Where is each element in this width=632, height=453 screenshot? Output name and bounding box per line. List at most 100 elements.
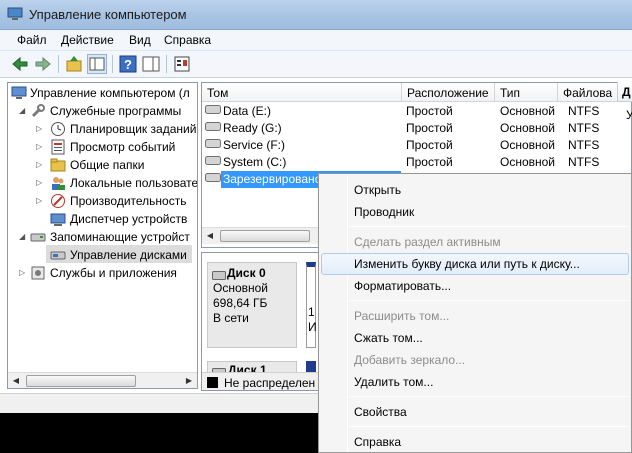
navigation-tree: Управление компьютером (л ◢ Служебные пр… (7, 82, 198, 389)
volume-filesystem: NTFS (568, 138, 600, 152)
users-icon (50, 175, 66, 191)
menu-view[interactable]: Вид (129, 33, 151, 47)
menu-action[interactable]: Действие (61, 33, 114, 47)
legend-unallocated: Не распределен (224, 376, 316, 390)
tree-item-device-manager[interactable]: Диспетчер устройств (8, 210, 197, 228)
volume-icon (205, 104, 221, 115)
scroll-right-icon[interactable]: ▶ (181, 373, 197, 388)
tree-item-storage[interactable]: ◢ Запоминающие устройст (8, 228, 197, 246)
volume-name: System (C:) (223, 155, 287, 169)
up-folder-icon[interactable] (64, 54, 84, 74)
tree-item-shared-folders[interactable]: ▷ Общие папки (8, 156, 197, 174)
tree-item-event-viewer[interactable]: ▷ Просмотр событий (8, 138, 197, 156)
menu-item-extend: Расширить том... (354, 309, 450, 323)
tree-item-root[interactable]: Управление компьютером (л (8, 84, 197, 102)
menu-item-explorer[interactable]: Проводник (321, 201, 629, 223)
menu-item-change-drive-letter[interactable]: Изменить букву диска или путь к диску... (321, 253, 629, 275)
window-title: Управление компьютером (29, 7, 187, 22)
volume-name: Service (F:) (223, 138, 286, 152)
collapse-icon[interactable]: ◢ (19, 106, 25, 115)
volume-icon (205, 121, 221, 132)
menu-item-delete[interactable]: Удалить том... (321, 371, 629, 393)
toolbar-separator (166, 55, 167, 73)
expand-icon[interactable]: ▷ (36, 142, 42, 151)
storage-icon (30, 229, 46, 245)
volume-icon (205, 155, 221, 166)
disk-0-partition[interactable]: 1 И (306, 262, 317, 348)
actions-pane-item[interactable]: У (626, 108, 632, 122)
expand-icon[interactable]: ▷ (19, 268, 25, 277)
computer-management-icon (7, 7, 23, 21)
disk-0-status: В сети (213, 311, 249, 325)
menu-item-help[interactable]: Справка (321, 431, 629, 453)
menu-item-open[interactable]: Открыть (321, 179, 629, 201)
tree-item-task-scheduler[interactable]: ▷ Планировщик заданий (8, 120, 197, 138)
tree-item-local-users[interactable]: ▷ Локальные пользовате (8, 174, 197, 192)
expand-icon[interactable]: ▷ (36, 124, 42, 133)
volume-name: Data (E:) (223, 104, 272, 118)
tree-item-performance[interactable]: ▷ Производительность (8, 192, 197, 210)
volume-type: Основной (500, 121, 556, 135)
actions-pane-header: Д (617, 82, 632, 102)
menu-item-add-mirror: Добавить зеркало... (354, 353, 466, 367)
expand-icon[interactable]: ▷ (36, 196, 42, 205)
menu-bar: Файл Действие Вид Справка (0, 30, 632, 51)
properties-icon[interactable] (172, 54, 192, 74)
volume-layout: Простой (406, 138, 453, 152)
tree-item-services[interactable]: ▷ Службы и приложения (8, 264, 197, 282)
table-row[interactable]: Ready (G:) Простой Основной NTFS (202, 120, 631, 137)
scroll-left-icon[interactable]: ◀ (202, 228, 218, 244)
expand-icon[interactable]: ▷ (36, 178, 42, 187)
context-menu: Открыть Проводник Сделать раздел активны… (318, 173, 632, 453)
tree-horizontal-scrollbar[interactable]: ◀ ▶ (8, 372, 197, 388)
computer-icon (11, 85, 27, 101)
volume-layout: Простой (406, 104, 453, 118)
table-row[interactable]: System (C:) Простой Основной NTFS (202, 154, 631, 171)
help-icon[interactable]: ? (118, 54, 138, 74)
partition-label: И (308, 320, 317, 334)
toolbar: ? (0, 51, 632, 78)
column-header-layout[interactable]: Расположение (402, 83, 495, 102)
menu-item-shrink[interactable]: Сжать том... (321, 327, 629, 349)
disk-management-icon (50, 247, 66, 263)
disk-0-size: 698,64 ГБ (213, 296, 268, 310)
menu-item-format[interactable]: Форматировать... (321, 275, 629, 297)
disk-0-name: Диск 0 (227, 266, 266, 280)
menu-separator (349, 426, 629, 427)
volume-type: Основной (500, 104, 556, 118)
tree-item-disk-management[interactable]: Управление дисками (8, 246, 197, 264)
expand-icon[interactable]: ▷ (36, 160, 42, 169)
menu-item-mark-active: Сделать раздел активным (354, 235, 501, 249)
column-header-volume[interactable]: Том (202, 83, 402, 102)
volume-filesystem: NTFS (568, 104, 600, 118)
show-tree-icon[interactable] (87, 54, 107, 74)
volume-type: Основной (500, 155, 556, 169)
menu-file[interactable]: Файл (17, 33, 47, 47)
svg-text:?: ? (124, 57, 132, 72)
toolbar-separator (112, 55, 113, 73)
menu-help[interactable]: Справка (164, 33, 211, 47)
volume-layout: Простой (406, 121, 453, 135)
scrollbar-thumb[interactable] (220, 230, 310, 242)
table-row[interactable]: Service (F:) Простой Основной NTFS (202, 137, 631, 154)
volume-filesystem: NTFS (568, 155, 600, 169)
collapse-icon[interactable]: ◢ (19, 232, 25, 241)
column-header-type[interactable]: Тип (495, 83, 558, 102)
toolbar-separator (58, 55, 59, 73)
menu-item-properties[interactable]: Свойства (321, 401, 629, 423)
menu-separator (349, 300, 629, 301)
table-row[interactable]: Data (E:) Простой Основной NTFS (202, 103, 631, 120)
scroll-left-icon[interactable]: ◀ (8, 373, 24, 388)
tree-item-system-tools[interactable]: ◢ Служебные программы (8, 102, 197, 120)
forward-arrow-icon[interactable] (33, 54, 53, 74)
volume-icon (205, 172, 221, 183)
volume-filesystem: NTFS (568, 121, 600, 135)
show-action-pane-icon[interactable] (141, 54, 161, 74)
menu-separator (349, 226, 629, 227)
disk-0-label[interactable]: Диск 0 Основной 698,64 ГБ В сети (207, 262, 297, 348)
column-header-filesystem[interactable]: Файлова (558, 83, 618, 102)
back-arrow-icon[interactable] (10, 54, 30, 74)
window-titlebar: Управление компьютером (0, 0, 632, 30)
scrollbar-thumb[interactable] (26, 375, 136, 387)
services-icon (30, 265, 46, 281)
